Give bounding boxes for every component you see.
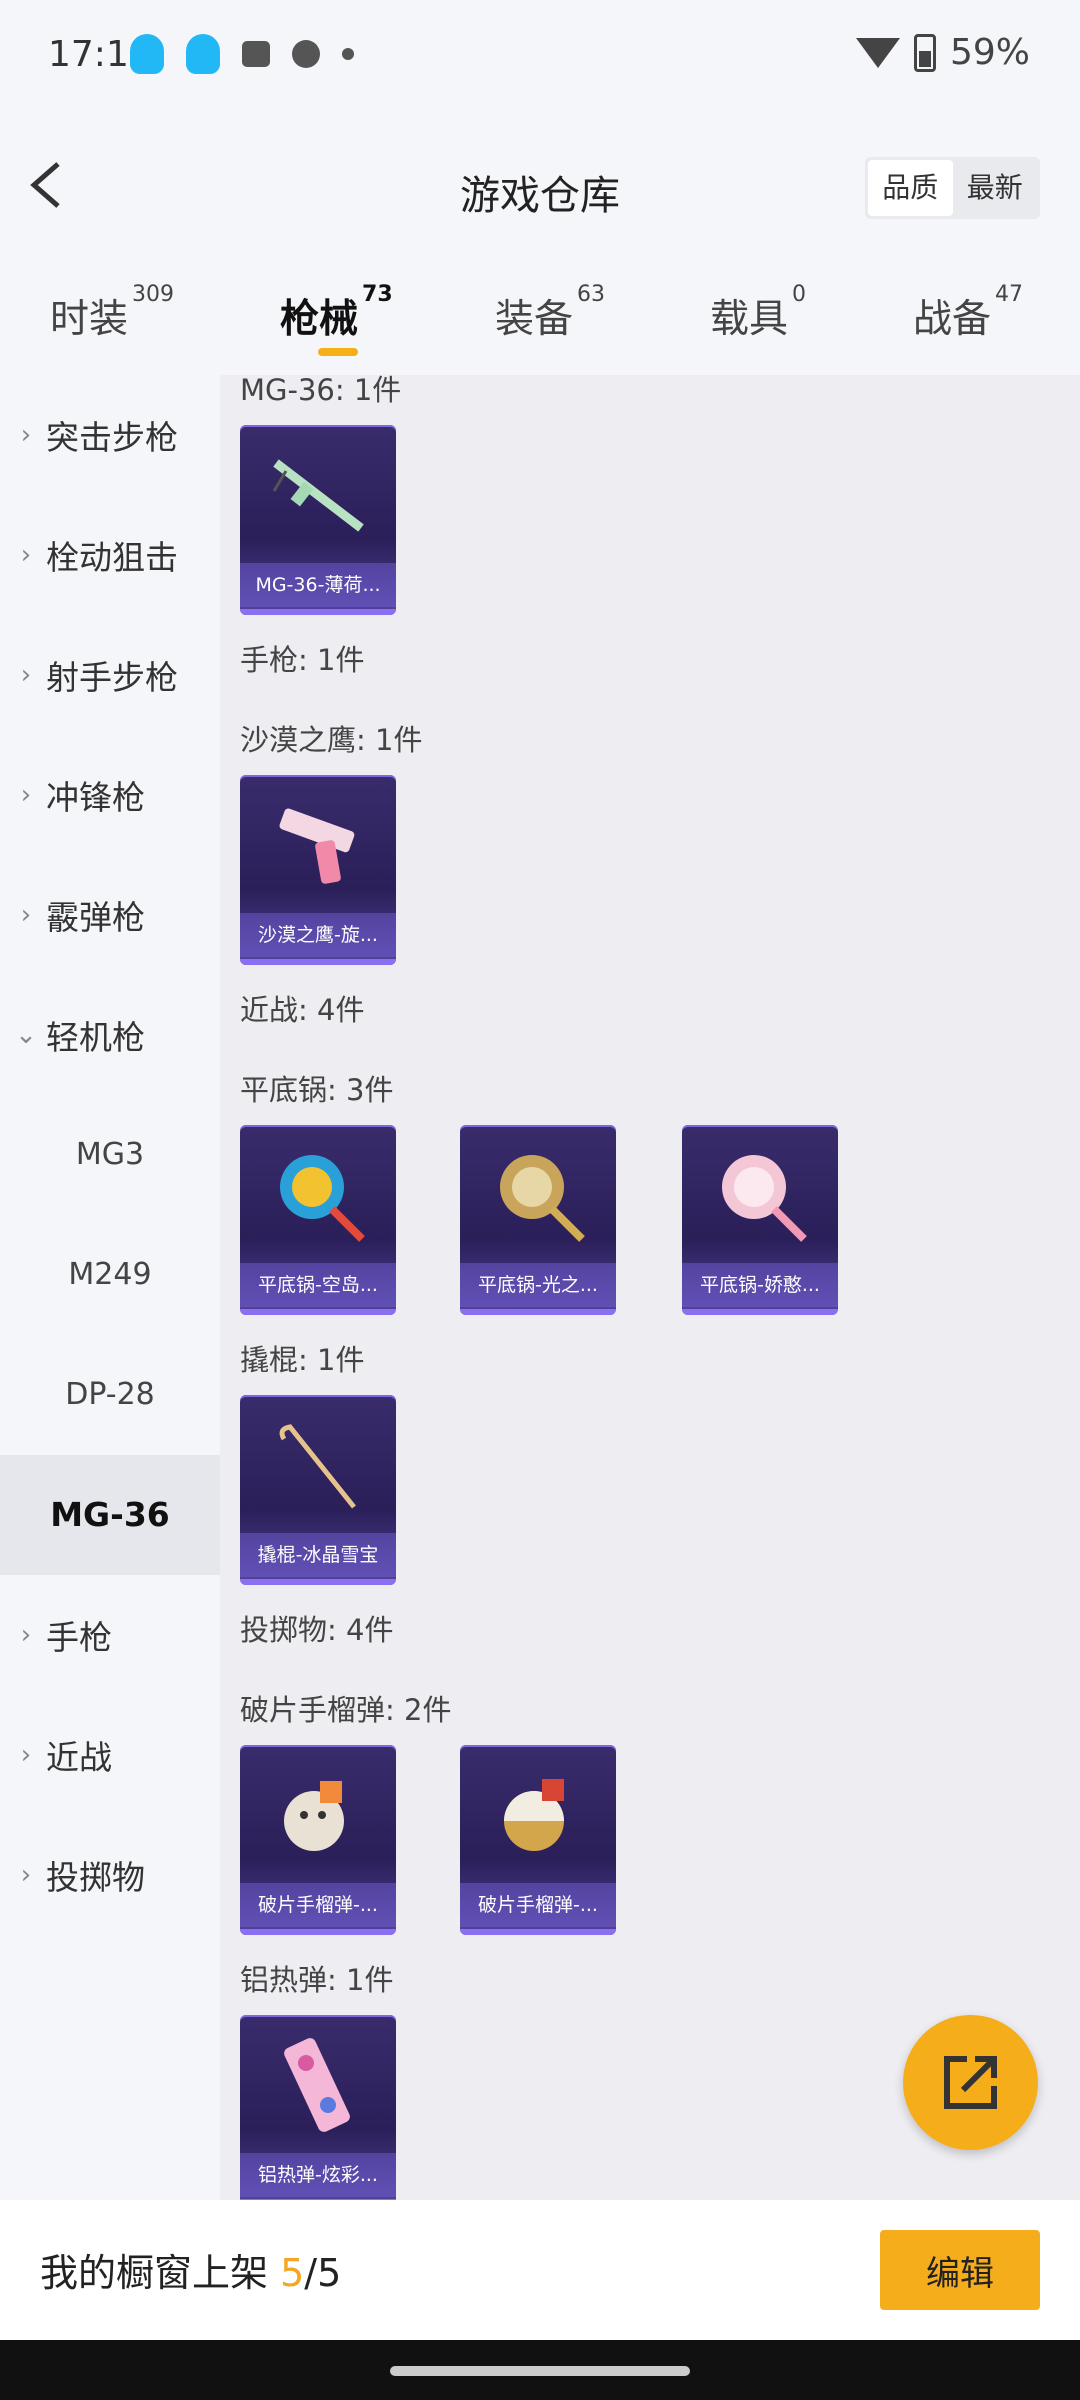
- item-card-pan-2[interactable]: 平底锅-光之...: [460, 1125, 616, 1315]
- sort-latest-option[interactable]: 最新: [953, 160, 1038, 216]
- showcase-bar: 我的橱窗上架 5/5 编辑: [0, 2200, 1080, 2340]
- chevron-right-icon: ›: [20, 780, 32, 810]
- section-label-melee: 近战: 4件: [240, 993, 365, 1027]
- sort-toggle: 品质 最新: [865, 157, 1040, 219]
- item-card-pan-1[interactable]: 平底锅-空岛...: [240, 1125, 396, 1315]
- motorola-icon: [292, 40, 320, 68]
- item-card-mg36[interactable]: MG-36-薄荷...: [240, 425, 396, 615]
- item-list: MG-36: 1件 MG-36-薄荷... 手枪: 1件 沙漠之鹰: 1件 沙漠…: [220, 375, 1080, 2200]
- frying-pan-icon: [280, 1155, 365, 1242]
- header: 游戏仓库 品质 最新: [0, 115, 1080, 255]
- sidebar-item-assault-rifle[interactable]: › 突击步枪: [0, 375, 220, 495]
- item-card-thermite[interactable]: 铝热弹-炫彩...: [240, 2015, 396, 2200]
- external-link-icon: [944, 2056, 997, 2109]
- chevron-right-icon: ›: [20, 900, 32, 930]
- gesture-nav-bar: [0, 2340, 1080, 2400]
- chevron-right-icon: ›: [20, 1860, 32, 1890]
- tab-guns[interactable]: 枪械73: [280, 282, 393, 344]
- chevron-right-icon: ›: [20, 1620, 32, 1650]
- item-card-crowbar[interactable]: 撬棍-冰晶雪宝: [240, 1395, 396, 1585]
- battery-icon: [913, 33, 936, 72]
- more-notifications-icon: [342, 48, 354, 60]
- sidebar-subitem-mg36[interactable]: MG-36: [0, 1455, 220, 1575]
- crowbar-icon: [279, 1424, 356, 1509]
- sidebar: › 突击步枪 › 栓动狙击 › 射手步枪 › 冲锋枪 › 霰弹枪 ⌄ 轻机枪 MG3 M24…: [0, 375, 220, 2200]
- section-label-throwable: 投掷物: 4件: [240, 1613, 394, 1647]
- sidebar-item-bolt-sniper[interactable]: › 栓动狙击: [0, 495, 220, 615]
- showcase-count: 5: [280, 2251, 305, 2295]
- sidebar-item-shotgun[interactable]: › 霰弹枪: [0, 855, 220, 975]
- mail-icon: [242, 41, 270, 67]
- chevron-right-icon: ›: [20, 420, 32, 450]
- item-card-grenade-1[interactable]: 破片手榴弹-...: [240, 1745, 396, 1935]
- pistol-icon: [279, 808, 355, 884]
- sort-quality-option[interactable]: 品质: [868, 160, 953, 216]
- category-tabs: 时装309 枪械73 装备63 载具0 战备47: [0, 255, 1080, 375]
- sidebar-item-throwable[interactable]: › 投掷物: [0, 1815, 220, 1935]
- chevron-right-icon: ›: [20, 1740, 32, 1770]
- battery-percent: 59%: [949, 32, 1030, 73]
- home-indicator[interactable]: [390, 2366, 690, 2376]
- sidebar-item-marksman-rifle[interactable]: › 射手步枪: [0, 615, 220, 735]
- item-card-desert-eagle[interactable]: 沙漠之鹰-旋...: [240, 775, 396, 965]
- chevron-down-icon: ⌄: [15, 1020, 37, 1050]
- grenade-icon: [284, 1781, 344, 1851]
- sidebar-subitem-dp28[interactable]: DP-28: [0, 1335, 220, 1455]
- section-label-frag-grenade: 破片手榴弹: 2件: [240, 1693, 452, 1727]
- tab-vehicles[interactable]: 载具0: [710, 282, 806, 344]
- tab-supplies[interactable]: 战备47: [913, 282, 1023, 344]
- sidebar-item-smg[interactable]: › 冲锋枪: [0, 735, 220, 855]
- share-fab[interactable]: [903, 2015, 1038, 2150]
- sidebar-subitem-mg3[interactable]: MG3: [0, 1095, 220, 1215]
- showcase-status: 我的橱窗上架 5/5: [40, 2251, 342, 2295]
- tab-equipment[interactable]: 装备63: [495, 282, 605, 344]
- item-card-grenade-2[interactable]: 破片手榴弹-...: [460, 1745, 616, 1935]
- sidebar-item-lmg[interactable]: ⌄ 轻机枪: [0, 975, 220, 1095]
- system-icons: 59%: [855, 32, 1030, 73]
- chevron-right-icon: ›: [20, 660, 32, 690]
- sidebar-subitem-m249[interactable]: M249: [0, 1215, 220, 1335]
- sidebar-item-pistol[interactable]: › 手枪: [0, 1575, 220, 1695]
- section-label-crowbar: 撬棍: 1件: [240, 1343, 365, 1377]
- active-tab-indicator: [318, 348, 358, 356]
- frying-pan-icon: [722, 1155, 807, 1242]
- section-label-thermite: 铝热弹: 1件: [240, 1963, 394, 1997]
- tab-fashion[interactable]: 时装309: [50, 282, 174, 344]
- qq-icon: [186, 34, 220, 74]
- section-label-desert-eagle: 沙漠之鹰: 1件: [240, 723, 423, 757]
- rifle-icon: [272, 459, 364, 532]
- edit-button[interactable]: 编辑: [880, 2230, 1040, 2310]
- notification-icons: [130, 34, 354, 74]
- qq-icon: [130, 34, 164, 74]
- section-label-mg36: MG-36: 1件: [240, 375, 402, 407]
- sidebar-item-melee[interactable]: › 近战: [0, 1695, 220, 1815]
- status-bar: 17:16 59%: [0, 0, 1080, 115]
- thermite-icon: [284, 2038, 350, 2132]
- frying-pan-icon: [500, 1155, 585, 1242]
- chevron-right-icon: ›: [20, 540, 32, 570]
- item-card-pan-3[interactable]: 平底锅-娇憨...: [682, 1125, 838, 1315]
- section-label-frying-pan: 平底锅: 3件: [240, 1073, 394, 1107]
- grenade-icon: [504, 1779, 564, 1851]
- wifi-icon: [855, 37, 900, 68]
- section-label-pistol: 手枪: 1件: [240, 643, 365, 677]
